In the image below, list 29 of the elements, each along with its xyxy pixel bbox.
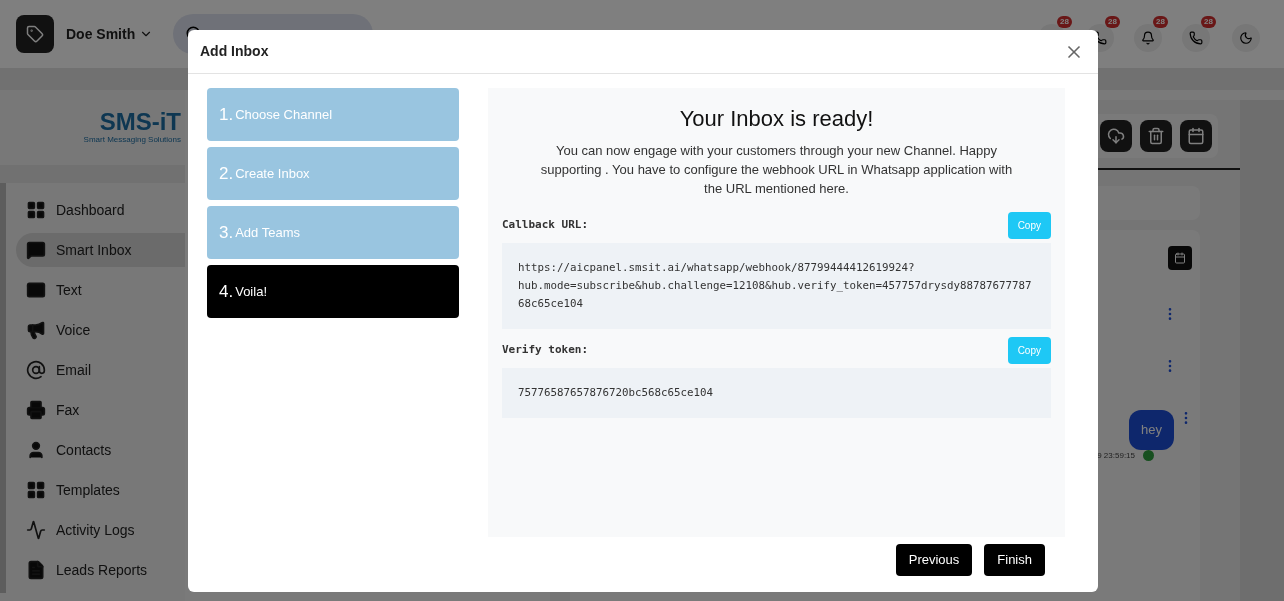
logo-text: SMS-iT — [99, 109, 181, 134]
logo-tagline: Smart Messaging Solutions — [83, 133, 181, 146]
step-tab[interactable]: 4.Voila! — [207, 265, 459, 318]
previous-button[interactable]: Previous — [895, 544, 973, 576]
sidebar-item[interactable]: Email — [16, 353, 185, 387]
field-label: Callback URL: — [502, 216, 589, 233]
count-badge: 28 — [1201, 16, 1216, 28]
sidebar-item[interactable]: Leads Reports — [16, 553, 185, 587]
callback-url: https://aicpanel.smsit.ai/whatsapp/webhook/87799444412619924?hub.mode=subscribe&hub.challenge=12108&hub.verify_token=457757drysdy8878767778768c65ce104 — [502, 243, 1051, 329]
message-time: 9 23:59:15 — [1097, 449, 1135, 462]
finish-button[interactable]: Finish — [984, 544, 1045, 576]
sidebar-item[interactable]: Text — [16, 273, 185, 307]
sidebar-item[interactable]: Voice — [16, 313, 185, 347]
count-badge: 28 — [1105, 16, 1120, 28]
sidebar-item[interactable]: Dashboard — [16, 193, 185, 227]
count-badge: 28 — [1153, 16, 1168, 28]
sidebar-item[interactable]: Activity Logs — [16, 513, 185, 547]
success-message: You can now engage with your customers through your new Channel. Happy supporting . You have to configure the webhook URL in Whatsapp application with the URL mentioned here. — [539, 142, 1014, 198]
message-bubble: hey — [1129, 410, 1174, 450]
sidebar-item[interactable]: Fax — [16, 393, 185, 427]
dialog-title: Add Inbox — [200, 42, 269, 61]
verify-token: 75776587657876720bc568c65ce104 — [502, 368, 1051, 418]
sidebar-item[interactable]: Contacts — [16, 433, 185, 467]
sidebar-item[interactable]: Smart Inbox — [16, 233, 185, 267]
sidebar-item[interactable]: Templates — [16, 473, 185, 507]
user-menu[interactable]: Doe Smith — [66, 23, 154, 45]
success-heading: Your Inbox is ready! — [678, 105, 875, 133]
count-badge: 28 — [1057, 16, 1072, 28]
field-label: Verify token: — [502, 341, 589, 358]
